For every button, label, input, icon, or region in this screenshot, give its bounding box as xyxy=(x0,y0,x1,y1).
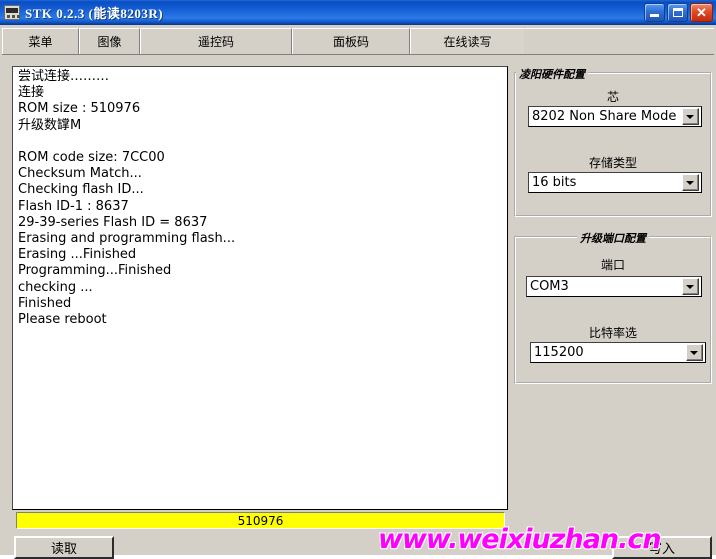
maximize-button[interactable] xyxy=(667,2,688,22)
read-button[interactable]: 读取 xyxy=(14,536,114,559)
minimize-icon xyxy=(650,13,659,17)
menu-tab-mianbanma[interactable]: 面板码 xyxy=(292,28,410,54)
chip-combobox-value: 8202 Non Share Mode xyxy=(532,109,677,124)
port-config-group: 升级端口配置 端口 COM3 比特率选 115200 xyxy=(514,230,712,384)
progress-bar-label: 510976 xyxy=(237,513,284,528)
port-combobox[interactable]: COM3 xyxy=(526,276,702,297)
chip-label: 芯 xyxy=(606,90,619,104)
menu-tab-caidan[interactable]: 菜单 xyxy=(2,28,79,54)
title-bar: STK 0.2.3 (能读8203R) ✕ xyxy=(0,0,716,25)
window-title: STK 0.2.3 (能读8203R) xyxy=(25,5,164,21)
application-icon xyxy=(4,4,20,20)
baudrate-combobox[interactable]: 115200 xyxy=(530,342,706,363)
minimize-button[interactable] xyxy=(644,2,665,22)
port-config-title: 升级端口配置 xyxy=(577,230,649,246)
title-bar-left: STK 0.2.3 (能读8203R) xyxy=(4,3,642,22)
storage-type-combobox-value: 16 bits xyxy=(532,175,577,190)
chevron-down-icon[interactable] xyxy=(682,174,699,191)
menu-tab-yaokongma[interactable]: 遥控码 xyxy=(140,28,292,54)
maximize-icon xyxy=(673,7,683,17)
menu-tab-zaixianduxie[interactable]: 在线读写 xyxy=(410,28,525,54)
write-button[interactable]: 写入 xyxy=(612,536,712,559)
menu-tab-tuxiang[interactable]: 图像 xyxy=(79,28,140,54)
port-combobox-value: COM3 xyxy=(530,279,569,294)
chevron-down-icon[interactable] xyxy=(686,344,703,361)
progress-bar: 510976 xyxy=(16,512,505,529)
hardware-config-title: 凌阳硬件配置 xyxy=(516,66,588,82)
menu-bar-filler xyxy=(525,28,714,54)
close-icon: ✕ xyxy=(696,4,707,20)
chevron-down-icon[interactable] xyxy=(682,278,699,295)
port-label: 端口 xyxy=(600,258,625,272)
log-output-pane[interactable]: 尝试连接……… 连接 ROM size : 510976 升级数罉M ROM c… xyxy=(12,66,508,510)
chip-combobox[interactable]: 8202 Non Share Mode xyxy=(528,106,702,127)
hardware-config-group: 凌阳硬件配置 芯 8202 Non Share Mode 存储类型 16 bit… xyxy=(514,66,712,217)
menu-bar: 菜单 图像 遥控码 面板码 在线读写 xyxy=(2,28,714,55)
storage-type-label: 存储类型 xyxy=(588,156,637,170)
storage-type-combobox[interactable]: 16 bits xyxy=(528,172,702,193)
chevron-down-icon[interactable] xyxy=(682,108,699,125)
window-controls: ✕ xyxy=(642,2,713,22)
close-button[interactable]: ✕ xyxy=(690,2,713,22)
baudrate-label: 比特率选 xyxy=(588,326,637,340)
baudrate-combobox-value: 115200 xyxy=(534,345,584,360)
log-output-text: 尝试连接……… 连接 ROM size : 510976 升级数罉M ROM c… xyxy=(18,69,236,328)
application-window: STK 0.2.3 (能读8203R) ✕ 菜单 图像 遥控码 面板码 在线读写… xyxy=(0,0,716,559)
